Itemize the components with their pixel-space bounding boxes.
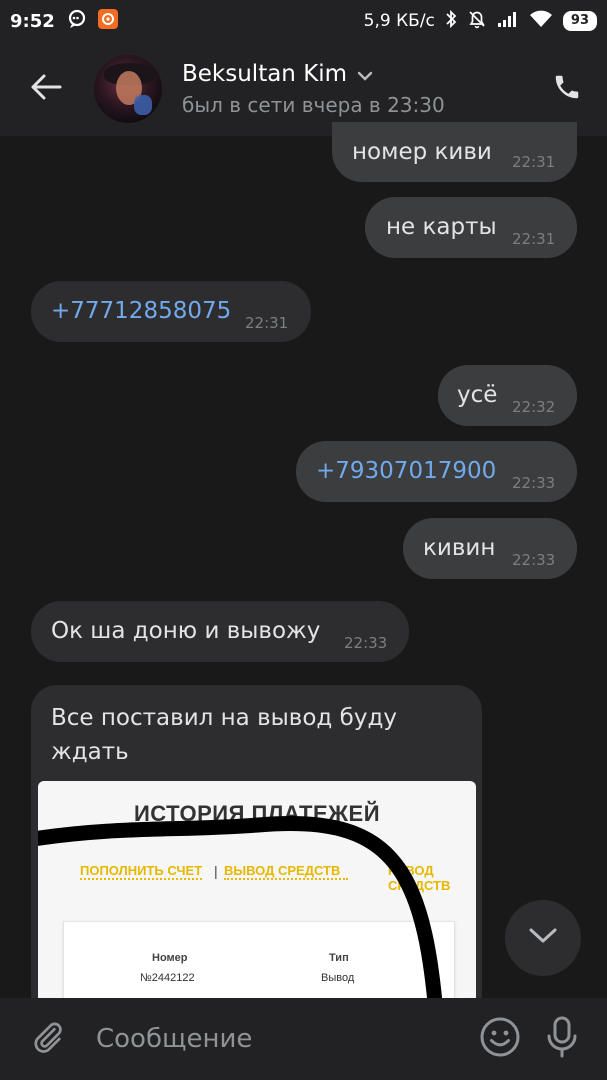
- avatar[interactable]: [94, 55, 162, 123]
- voice-message-button[interactable]: [531, 998, 593, 1080]
- message-text: кивин: [423, 535, 496, 561]
- emoji-button[interactable]: [469, 998, 531, 1080]
- message-bubble-outgoing[interactable]: +79307017900 22:33: [296, 441, 577, 502]
- contact-name: Beksultan Kim: [182, 61, 348, 87]
- message-text: усё: [457, 382, 498, 408]
- mic-icon: [545, 1016, 579, 1062]
- phone-number-link[interactable]: +79307017900: [316, 458, 496, 484]
- chat-bubble-icon: [67, 9, 87, 34]
- back-button[interactable]: [0, 42, 92, 136]
- message-time: 22:33: [512, 474, 556, 492]
- message-time: 22:31: [245, 314, 289, 332]
- bluetooth-icon: [445, 9, 457, 34]
- message-bubble-incoming[interactable]: Ок ша доню и вывожу 22:33: [31, 601, 409, 662]
- message-bubble-incoming[interactable]: +77712858075 22:31: [31, 281, 311, 342]
- message-time: 22:32: [512, 398, 556, 416]
- message-time: 22:33: [512, 551, 556, 569]
- message-composer: [0, 998, 607, 1080]
- last-seen-status: был в сети вчера в 23:30: [182, 93, 445, 117]
- signal-icon: [497, 10, 519, 33]
- wifi-icon: [529, 10, 553, 33]
- attach-button[interactable]: [0, 998, 96, 1080]
- back-arrow-icon: [30, 73, 62, 105]
- message-time: 22:31: [512, 153, 556, 171]
- scroll-down-button[interactable]: [505, 900, 581, 976]
- emoji-icon: [479, 1016, 521, 1062]
- phone-number-link[interactable]: +77712858075: [51, 298, 231, 324]
- message-input[interactable]: [96, 1009, 469, 1069]
- battery-icon: 93: [562, 11, 597, 31]
- network-speed: 5,9 КБ/с: [363, 11, 435, 31]
- message-text: не карты: [386, 214, 497, 240]
- message-bubble-outgoing[interactable]: кивин 22:33: [403, 518, 577, 579]
- message-time: 22:31: [512, 230, 556, 248]
- attached-screenshot-image[interactable]: ИСТОРИЯ ПЛАТЕЖЕЙ ПОПОЛНИТЬ СЧЕТ | ВЫВОД …: [38, 781, 476, 1025]
- message-bubble-outgoing[interactable]: не карты 22:31: [365, 197, 577, 258]
- message-text: номер киви: [352, 139, 492, 165]
- photo-caption: Все поставил на вывод буду ждать: [51, 705, 397, 765]
- silent-icon: [467, 9, 487, 34]
- scribble-overlay: [38, 816, 445, 1025]
- message-text: Ок ша доню и вывожу: [51, 618, 321, 644]
- app-badge-icon: [97, 8, 119, 35]
- chevron-down-icon: [528, 927, 558, 949]
- message-bubble-outgoing[interactable]: номер киви 22:31: [332, 122, 577, 182]
- message-bubble-outgoing[interactable]: усё 22:32: [438, 365, 577, 426]
- status-time: 9:52: [10, 10, 55, 32]
- attach-icon: [31, 1018, 65, 1060]
- contact-info[interactable]: Beksultan Kim был в сети вчера в 23:30: [182, 61, 445, 117]
- chevron-down-icon: [357, 61, 373, 87]
- photo-message-bubble[interactable]: Все поставил на вывод буду ждать ИСТОРИЯ…: [31, 685, 482, 1025]
- status-bar: 9:52 5,9 КБ/с 93: [0, 0, 607, 42]
- phone-icon: [552, 72, 582, 106]
- message-time: 22:33: [344, 634, 388, 652]
